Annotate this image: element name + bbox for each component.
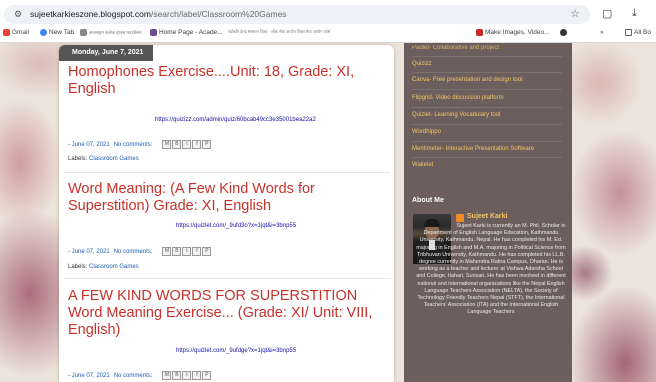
sidebar-separator	[412, 157, 562, 158]
bookmark-star-icon[interactable]: ☆	[570, 7, 580, 20]
email-share-icon[interactable]: M	[162, 140, 172, 149]
sidebar-link-canva[interactable]: Canva- Free presentation and design tool	[412, 77, 522, 83]
post-link[interactable]: https://quizlet.com/_9ufdge?x=1jqt&i=3bn…	[176, 348, 296, 354]
sidebar-link-wordhippo[interactable]: Wordhippo	[412, 129, 441, 135]
blog-share-icon[interactable]: B	[172, 140, 182, 149]
bookmarks-overflow-icon[interactable]: »	[600, 29, 604, 36]
bookmark-label: New Tab	[49, 29, 75, 36]
bookmark-home-page[interactable]: Home Page - Acade...	[150, 29, 223, 36]
address-bar-row: ⚙ sujeetkarkieszone.blogspot.com/search/…	[0, 0, 656, 27]
post-link[interactable]: https://quizlet.com/_9ufd3o?x=1jqt&i=3bn…	[176, 223, 296, 229]
bookmark-gmail[interactable]: Gmail	[3, 29, 29, 36]
post: Homophones Exercise....Unit: 18, Grade: …	[68, 64, 388, 162]
bookmark-label: Make Images, Video...	[485, 29, 550, 36]
post-footer: - June 07, 2021 No comments: MBtfP	[68, 140, 212, 149]
sidebar-link-quizlet[interactable]: Quizlet- Learning Vocabulary tool	[412, 112, 500, 118]
sidebar-link-wakelet[interactable]: Wakelet	[412, 162, 433, 168]
email-share-icon[interactable]: M	[162, 371, 172, 380]
twitter-share-icon[interactable]: t	[182, 247, 192, 256]
post: Word Meaning: (A Few Kind Words for Supe…	[68, 181, 388, 270]
twitter-share-icon[interactable]: t	[182, 371, 192, 380]
pinterest-share-icon[interactable]: P	[202, 140, 212, 149]
blog-share-icon[interactable]: B	[172, 371, 182, 380]
bookmark-label: Gmail	[12, 29, 29, 36]
email-share-icon[interactable]: M	[162, 247, 172, 256]
comments-link[interactable]: No comments:	[114, 142, 153, 148]
sidebar-separator	[412, 107, 562, 108]
share-buttons: MBtfP	[162, 247, 212, 256]
extensions-icon[interactable]: ▢	[602, 7, 612, 20]
post-divider	[64, 278, 390, 279]
post-labels: Labels: Classroom Games	[68, 156, 139, 162]
sidebar-separator	[412, 89, 562, 90]
blog-share-icon[interactable]: B	[172, 247, 182, 256]
bookmark-label: All Bo	[634, 29, 651, 36]
post-title[interactable]: Word Meaning: (A Few Kind Words for Supe…	[68, 181, 388, 215]
folder-icon	[625, 29, 632, 36]
pinterest-share-icon[interactable]: P	[202, 371, 212, 380]
share-buttons: MBtfP	[162, 140, 212, 149]
bookmark-site-icon	[150, 29, 157, 36]
facebook-share-icon[interactable]: f	[192, 371, 202, 380]
post: A FEW KIND WORDS FOR SUPERSTITION Word M…	[68, 288, 388, 380]
profile-bio: Sujeet Karki is currently an M. Phil. Sc…	[414, 223, 568, 317]
post-link[interactable]: https://quizizz.com/admin/quiz/60bcab49c…	[155, 117, 316, 123]
date-header: Monday, June 7, 2021	[59, 45, 153, 61]
post-timestamp[interactable]: June 07, 2021	[72, 249, 110, 255]
bookmark-label: Home Page - Acade...	[159, 29, 223, 36]
post-labels: Labels: Classroom Games	[68, 264, 139, 270]
about-me-heading: About Me	[412, 197, 444, 204]
post-footer: - June 07, 2021 No comments: MBtfP	[68, 371, 212, 380]
bookmark-nepali-links[interactable]: पदोन्नति केन्द्र संसाधन शिक्षा · लोक सेव…	[228, 29, 330, 35]
bookmark-label: अनलाइन कलेज हाउस फाउंडेसन	[89, 29, 142, 35]
bookmark-site-icon	[476, 29, 483, 36]
blogger-icon	[456, 214, 464, 222]
bookmark-label: पदोन्नति केन्द्र संसाधन शिक्षा · लोक सेव…	[228, 29, 331, 34]
bookmark-new-tab[interactable]: New Tab	[40, 29, 74, 36]
post-timestamp[interactable]: June 07, 2021	[72, 142, 110, 148]
labels-prefix: Labels:	[68, 264, 88, 270]
bookmark-site-icon	[80, 29, 87, 36]
comments-link[interactable]: No comments:	[114, 373, 153, 379]
site-info-icon[interactable]: ⚙	[12, 8, 24, 20]
facebook-share-icon[interactable]: f	[192, 140, 202, 149]
sidebar-separator	[412, 56, 562, 57]
browser-chrome: ⚙ sujeetkarkieszone.blogspot.com/search/…	[0, 0, 656, 43]
sidebar-link-flipgrid[interactable]: Flipgrid- Video discussion platform	[412, 95, 504, 101]
bookmark-make-images[interactable]: Make Images, Video...	[476, 29, 550, 36]
post-title[interactable]: A FEW KIND WORDS FOR SUPERSTITION Word M…	[68, 288, 388, 339]
post-timestamp[interactable]: June 07, 2021	[72, 373, 110, 379]
globe-icon	[40, 29, 47, 36]
pinterest-share-icon[interactable]: P	[202, 247, 212, 256]
post-title[interactable]: Homophones Exercise....Unit: 18, Grade: …	[68, 64, 388, 98]
sidebar-separator	[412, 72, 562, 73]
url-domain: sujeetkarkieszone.blogspot.com	[30, 9, 151, 19]
post-divider	[64, 172, 390, 173]
label-link[interactable]: Classroom Games	[89, 156, 139, 162]
download-icon[interactable]: ⤓	[632, 7, 637, 20]
sidebar-link-quizizz[interactable]: Quizizz	[412, 61, 432, 67]
bookmark-extra-icon[interactable]	[560, 29, 567, 36]
gmail-icon	[3, 29, 10, 36]
url-text[interactable]: sujeetkarkieszone.blogspot.com/search/la…	[30, 9, 287, 19]
label-link[interactable]: Classroom Games	[89, 264, 139, 270]
post-footer: - June 07, 2021 No comments: MBtfP	[68, 247, 212, 256]
twitter-share-icon[interactable]: t	[182, 140, 192, 149]
globe-icon	[560, 29, 567, 36]
comments-link[interactable]: No comments:	[114, 249, 153, 255]
profile-bio-text: Sujeet Karki is currently an M. Phil. Sc…	[416, 223, 566, 316]
labels-prefix: Labels:	[68, 156, 88, 162]
bookmarks-bar: Gmail New Tab अनलाइन कलेज हाउस फाउंडेसन …	[0, 28, 656, 43]
address-bar[interactable]: ⚙ sujeetkarkieszone.blogspot.com/search/…	[4, 5, 590, 24]
sidebar-link-mentimeter[interactable]: Mentimeter- Interactive Presentation Sof…	[412, 146, 534, 152]
sidebar-separator	[412, 141, 562, 142]
facebook-share-icon[interactable]: f	[192, 247, 202, 256]
url-path: /search/label/Classroom%20Games	[150, 9, 287, 19]
sidebar-link-padlet[interactable]: Padlet- Collaborative and project	[412, 45, 499, 51]
bookmark-nepali-college[interactable]: अनलाइन कलेज हाउस फाउंडेसन	[80, 29, 142, 36]
share-buttons: MBtfP	[162, 371, 212, 380]
profile-name-link[interactable]: Sujeet Karki	[467, 213, 507, 220]
all-bookmarks[interactable]: All Bo	[625, 29, 651, 36]
sidebar-separator	[412, 124, 562, 125]
